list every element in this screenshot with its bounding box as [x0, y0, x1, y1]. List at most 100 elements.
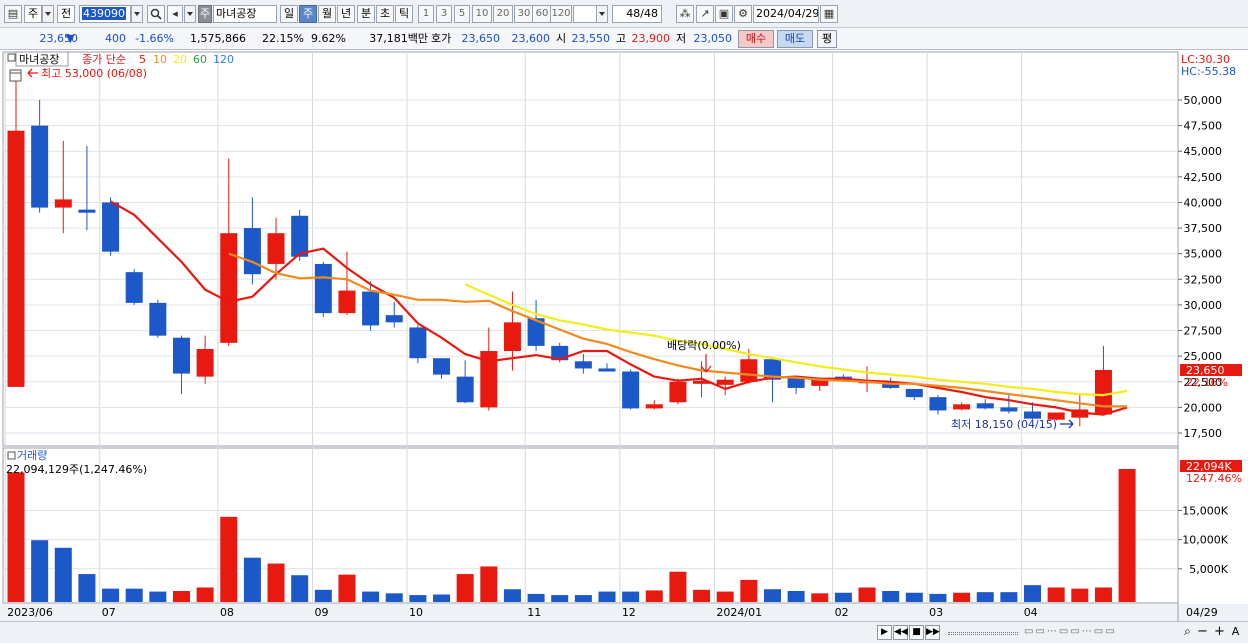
volume-bar[interactable] [551, 595, 569, 602]
volume-bar[interactable] [125, 588, 143, 602]
volume-bar[interactable] [1024, 585, 1042, 602]
volume-bar[interactable] [220, 516, 238, 602]
volume-bar[interactable] [456, 574, 474, 602]
interval-20-button[interactable]: 20 [493, 5, 513, 23]
chart-calendar-icon[interactable] [9, 69, 22, 82]
volume-bar[interactable] [362, 591, 380, 602]
candle-body[interactable] [78, 209, 96, 213]
volume-bar[interactable] [54, 547, 72, 602]
indicator-icon[interactable]: ⁂ [676, 5, 694, 23]
volume-bar[interactable] [385, 593, 403, 602]
candle-body[interactable] [172, 337, 190, 374]
candle-body[interactable] [243, 228, 261, 275]
interval-3-button[interactable]: 3 [436, 5, 452, 23]
candle-body[interactable] [645, 404, 663, 409]
volume-bar[interactable] [503, 589, 521, 602]
candle-body[interactable] [291, 215, 309, 257]
candle-body[interactable] [196, 348, 214, 377]
volume-bar[interactable] [102, 588, 120, 602]
volume-bar[interactable] [31, 540, 49, 602]
interval-5-button[interactable]: 5 [454, 5, 470, 23]
volume-bar[interactable] [929, 593, 947, 602]
volume-bar[interactable] [574, 595, 592, 602]
fast-forward-icon[interactable]: ▶▶ [925, 625, 940, 640]
candle-body[interactable] [433, 358, 451, 375]
period-minute-button[interactable]: 분 [357, 5, 375, 23]
volume-bar[interactable] [243, 557, 261, 602]
period-type-dropdown-icon[interactable] [42, 5, 54, 23]
date-field[interactable]: 2024/04/29 [753, 5, 819, 23]
stock-code-dropdown-icon[interactable] [131, 5, 143, 23]
volume-bar[interactable] [527, 593, 545, 602]
candle-body[interactable] [385, 315, 403, 323]
volume-bar[interactable] [338, 574, 356, 602]
volume-bar[interactable] [858, 587, 876, 602]
candle-body[interactable] [338, 290, 356, 314]
volume-bar[interactable] [196, 587, 214, 602]
candle-body[interactable] [102, 202, 120, 252]
candle-body[interactable] [7, 130, 25, 387]
volume-bar[interactable] [433, 594, 451, 602]
volume-bar[interactable] [598, 591, 616, 602]
volume-bar[interactable] [811, 593, 829, 602]
volume-bar[interactable] [267, 563, 285, 602]
draw-tool-icon[interactable]: ↗ [696, 5, 714, 23]
volume-bar[interactable] [1094, 587, 1112, 602]
period-tick-button[interactable]: 틱 [395, 5, 413, 23]
zoom-out-icon[interactable]: − [1195, 625, 1210, 640]
candle-body[interactable] [149, 302, 167, 336]
chart-menu-icon[interactable]: ▤ [4, 5, 22, 23]
settings-gear-icon[interactable]: ⚙ [734, 5, 752, 23]
volume-bar[interactable] [645, 590, 663, 602]
average-button[interactable]: 평 [817, 30, 837, 48]
search-icon[interactable] [147, 5, 165, 23]
volume-bar[interactable] [78, 574, 96, 602]
volume-bar[interactable] [1047, 587, 1065, 602]
volume-bar[interactable] [787, 590, 805, 602]
candle-body[interactable] [574, 361, 592, 369]
custom-interval-input[interactable] [573, 5, 597, 23]
sound-dropdown-icon[interactable] [184, 5, 196, 23]
volume-bar[interactable] [291, 575, 309, 602]
candle-body[interactable] [362, 291, 380, 326]
volume-bar[interactable] [976, 592, 994, 602]
period-month-button[interactable]: 월 [318, 5, 336, 23]
period-second-button[interactable]: 초 [376, 5, 394, 23]
candle-body[interactable] [976, 403, 994, 409]
volume-pane[interactable] [2, 447, 1179, 604]
volume-bar[interactable] [716, 591, 734, 602]
candle-body[interactable] [220, 233, 238, 343]
volume-bar[interactable] [953, 592, 971, 602]
volume-bar[interactable] [1071, 588, 1089, 602]
candle-body[interactable] [409, 327, 427, 359]
volume-bar[interactable] [693, 589, 711, 602]
volume-bar[interactable] [1118, 469, 1136, 602]
volume-bar[interactable] [740, 579, 758, 602]
volume-bar[interactable] [905, 592, 923, 602]
volume-bar[interactable] [669, 571, 687, 602]
volume-bar[interactable] [882, 590, 900, 602]
candle-body[interactable] [905, 388, 923, 398]
volume-bar[interactable] [314, 589, 332, 602]
stock-name-field[interactable]: 마녀공장 [213, 5, 277, 23]
candle-body[interactable] [125, 272, 143, 303]
candle-body[interactable] [31, 125, 49, 208]
stop-icon[interactable]: ■ [909, 625, 924, 640]
candle-body[interactable] [716, 379, 734, 385]
volume-bar[interactable] [172, 590, 190, 602]
candle-body[interactable] [953, 404, 971, 410]
buy-button[interactable]: 매수 [738, 30, 774, 48]
candle-body[interactable] [54, 199, 72, 208]
data-count-field[interactable]: 48/48 [612, 5, 662, 23]
volume-bar[interactable] [409, 595, 427, 602]
candle-body[interactable] [929, 397, 947, 411]
zoom-search-icon[interactable]: ⌕ [1180, 625, 1195, 640]
candle-body[interactable] [740, 359, 758, 382]
stock-code-input[interactable]: 439090 [79, 5, 131, 23]
candle-body[interactable] [1094, 369, 1112, 415]
rewind-icon[interactable]: ◀◀ [893, 625, 908, 640]
candle-body[interactable] [314, 263, 332, 314]
interval-120-button[interactable]: 120 [550, 5, 572, 23]
candle-body[interactable] [598, 368, 616, 372]
candle-body[interactable] [456, 376, 474, 403]
